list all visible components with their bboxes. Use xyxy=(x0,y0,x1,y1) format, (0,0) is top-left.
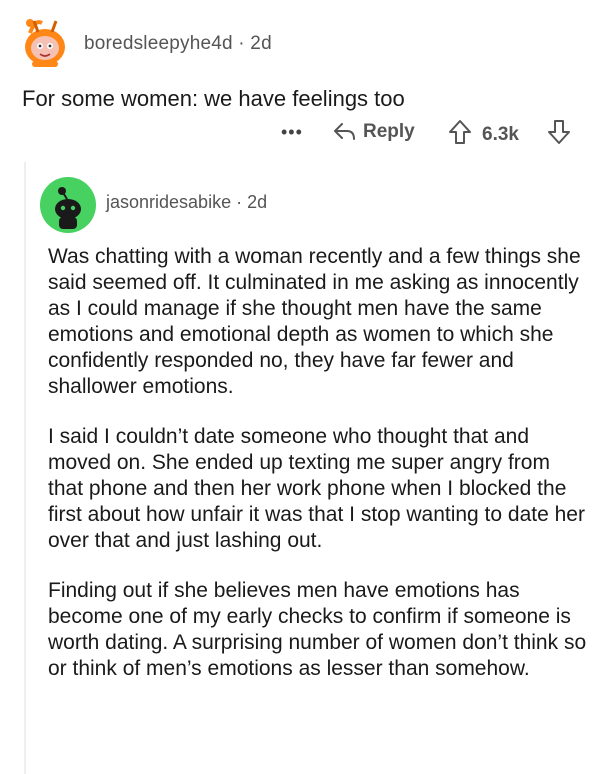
comment-actions: ••• Reply 6.3k xyxy=(0,116,599,152)
user-avatar[interactable] xyxy=(20,11,70,69)
comment-paragraph: Was chatting with a woman recently and a… xyxy=(48,245,581,398)
reply-user-avatar[interactable] xyxy=(40,177,96,233)
comment-meta: boredsleepyhe4d · 2d xyxy=(84,33,272,55)
reply-comment-body: Was chatting with a woman recently and a… xyxy=(48,244,588,706)
comment-text: For some women: we have feelings too xyxy=(22,86,405,111)
reply-comment-age: 2d xyxy=(247,192,268,212)
username-link[interactable]: boredsleepyhe4d xyxy=(84,33,233,54)
comment-paragraph: I said I couldn’t date someone who thoug… xyxy=(48,425,585,552)
vote-score: 6.3k xyxy=(482,124,519,145)
meta-separator: · xyxy=(238,33,245,54)
comment-paragraph: Finding out if she believes men have emo… xyxy=(48,579,587,680)
reply-meta-separator: · xyxy=(236,192,243,212)
default-snoo-avatar-icon xyxy=(40,177,96,233)
reply-label: Reply xyxy=(363,121,415,142)
upvote-button[interactable] xyxy=(448,119,472,150)
upvote-arrow-icon xyxy=(449,120,471,144)
reply-button[interactable]: Reply xyxy=(333,121,415,143)
thread-line[interactable] xyxy=(24,162,26,774)
downvote-arrow-icon xyxy=(548,120,570,144)
more-options-button[interactable]: ••• xyxy=(281,122,303,143)
reply-username-link[interactable]: jasonridesabike xyxy=(106,192,231,212)
comment-age: 2d xyxy=(250,33,272,54)
snoo-avatar-icon xyxy=(25,19,65,67)
reply-arrow-icon xyxy=(334,123,355,140)
downvote-button[interactable] xyxy=(547,119,571,150)
reply-comment-meta: jasonridesabike · 2d xyxy=(106,192,267,213)
